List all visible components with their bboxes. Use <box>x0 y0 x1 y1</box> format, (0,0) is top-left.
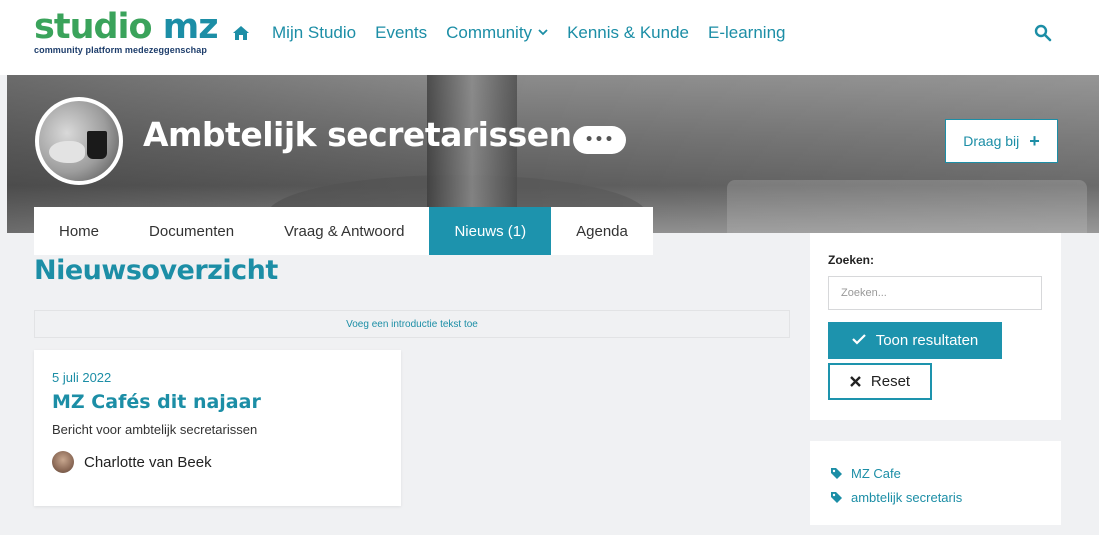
check-icon <box>851 332 866 350</box>
tab-label: Documenten <box>149 222 235 240</box>
nav-item-e-learning[interactable]: E-learning <box>708 23 786 43</box>
top-navigation-bar: studio mz community platform medezeggens… <box>0 0 1099 75</box>
show-results-button[interactable]: Toon resultaten <box>828 322 1002 359</box>
nav-item-community[interactable]: Community <box>446 23 548 43</box>
tab-vraag-antwoord[interactable]: Vraag & Antwoord <box>259 207 429 255</box>
tab-home[interactable]: Home <box>34 207 124 255</box>
logo-word-studio: studio <box>34 7 153 47</box>
search-label: Zoeken: <box>828 253 875 267</box>
nav-label: E-learning <box>707 23 786 42</box>
nav-item-kennis-kunde[interactable]: Kennis & Kunde <box>567 23 689 43</box>
news-excerpt: Bericht voor ambtelijk secretarissen <box>52 422 258 437</box>
intro-prompt-text: Voeg een introductie tekst toe <box>346 318 478 330</box>
group-avatar <box>35 97 123 185</box>
plus-icon: + <box>1029 130 1040 151</box>
page-title: Nieuwsoverzicht <box>34 255 278 286</box>
tab-label: Home <box>59 222 100 240</box>
close-icon <box>850 374 861 390</box>
studio-mz-logo[interactable]: studio mz community platform medezeggens… <box>34 7 219 55</box>
more-options-button[interactable]: ••• <box>573 126 626 154</box>
sidebar-search-panel: Zoeken: Zoeken... Toon resultaten Reset <box>810 233 1061 420</box>
main-navigation: Mijn Studio Events Community Kennis & Ku… <box>232 22 804 44</box>
news-date: 5 juli 2022 <box>52 370 112 385</box>
nav-label: Events <box>375 23 428 42</box>
chevron-down-icon <box>538 27 548 39</box>
logo-wordmark: studio mz <box>34 7 219 47</box>
group-avatar-image <box>39 101 119 181</box>
search-placeholder: Zoeken... <box>841 287 887 299</box>
tab-label: Nieuws (1) <box>454 222 527 240</box>
nav-label: Kennis & Kunde <box>567 23 689 42</box>
avatar <box>52 451 74 473</box>
tab-label: Agenda <box>576 222 628 240</box>
logo-tagline: community platform medezeggenschap <box>34 45 207 55</box>
contribute-label: Draag bij <box>963 133 1020 149</box>
avatar-image-detail <box>49 141 85 163</box>
reset-label: Reset <box>870 373 911 390</box>
tab-documenten[interactable]: Documenten <box>124 207 259 255</box>
home-icon[interactable] <box>232 22 250 44</box>
tab-agenda[interactable]: Agenda <box>551 207 653 255</box>
news-card[interactable]: 5 juli 2022 MZ Cafés dit najaar Bericht … <box>34 350 401 506</box>
tag-icon <box>830 491 843 504</box>
search-input[interactable]: Zoeken... <box>828 276 1042 310</box>
author-name: Charlotte van Beek <box>84 453 212 471</box>
tag-icon <box>830 467 843 480</box>
news-author[interactable]: Charlotte van Beek <box>52 451 383 473</box>
group-title: Ambtelijk secretarissen <box>143 115 572 154</box>
reset-button[interactable]: Reset <box>828 363 932 400</box>
search-icon[interactable] <box>1034 24 1052 42</box>
sidebar-tags-panel: MZ Cafe ambtelijk secretaris <box>810 441 1061 525</box>
nav-item-events[interactable]: Events <box>375 23 427 43</box>
show-results-label: Toon resultaten <box>875 332 979 349</box>
tab-label: Vraag & Antwoord <box>284 222 405 240</box>
contribute-button[interactable]: Draag bij + <box>945 119 1058 163</box>
tag-link-mz-cafe[interactable]: MZ Cafe <box>830 461 1041 485</box>
nav-label: Mijn Studio <box>272 23 357 42</box>
nav-item-mijn-studio[interactable]: Mijn Studio <box>272 23 356 43</box>
news-title-link[interactable]: MZ Cafés dit najaar <box>52 391 383 413</box>
add-introduction-link[interactable]: Voeg een introductie tekst toe <box>34 310 790 338</box>
tag-label: ambtelijk secretaris <box>851 489 963 505</box>
avatar-image-detail <box>87 131 107 159</box>
tag-link-ambtelijk-secretaris[interactable]: ambtelijk secretaris <box>830 485 1041 509</box>
tab-nieuws[interactable]: Nieuws (1) <box>429 207 552 255</box>
group-tabs: Home Documenten Vraag & Antwoord Nieuws … <box>34 207 653 255</box>
nav-label: Community <box>446 23 533 42</box>
tag-label: MZ Cafe <box>851 465 901 481</box>
logo-word-mz: mz <box>162 7 219 47</box>
more-options-icon: ••• <box>584 132 615 148</box>
